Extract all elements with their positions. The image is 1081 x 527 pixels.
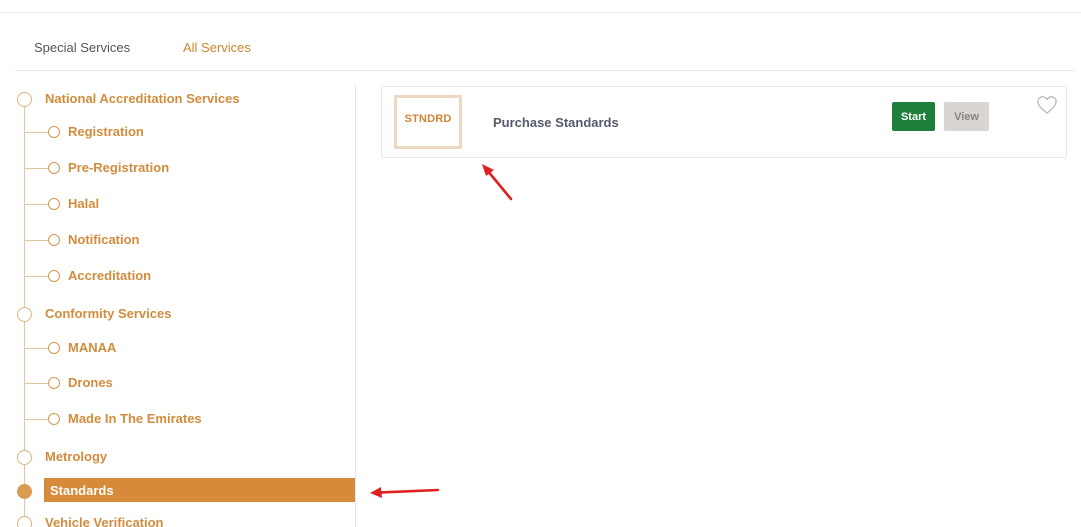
tree-branch	[25, 240, 49, 241]
tree-node-icon	[17, 92, 32, 107]
tree-node-icon	[17, 516, 32, 527]
tab-special-services[interactable]: Special Services	[34, 40, 130, 55]
tree-branch	[25, 383, 49, 384]
service-logo: STNDRD	[394, 95, 462, 149]
tree-node-icon	[17, 307, 32, 322]
sidebar-item-label: Notification	[68, 232, 140, 247]
sidebar-item-label: Halal	[68, 196, 100, 211]
sidebar-item-label: MANAA	[68, 340, 117, 355]
tree-branch	[25, 132, 49, 133]
service-category-sidebar: National Accreditation Services Registra…	[0, 80, 355, 527]
service-logo-text: STNDRD	[404, 113, 452, 125]
tree-branch	[25, 204, 49, 205]
tree-node-icon	[48, 162, 60, 174]
tab-all-services[interactable]: All Services	[183, 40, 251, 55]
sidebar-item-label: Registration	[68, 124, 144, 139]
view-button[interactable]: View	[944, 102, 989, 131]
tabs-divider	[15, 70, 1075, 71]
tree-node-icon	[48, 234, 60, 246]
heart-icon[interactable]	[1036, 95, 1058, 115]
panel-divider	[355, 84, 356, 527]
service-title[interactable]: Purchase Standards	[493, 115, 619, 130]
tree-node-icon	[48, 198, 60, 210]
sidebar-item-label: Standards	[50, 483, 114, 498]
tree-node-icon	[48, 342, 60, 354]
top-bar	[0, 0, 1081, 13]
service-card: STNDRD Purchase Standards Start View	[381, 86, 1067, 158]
sidebar-item-label: Drones	[68, 375, 113, 390]
tree-node-icon	[48, 126, 60, 138]
sidebar-item-label: Made In The Emirates	[68, 411, 202, 426]
tree-node-icon	[48, 377, 60, 389]
sidebar-item-label: Metrology	[45, 449, 108, 464]
red-arrow-annotation-icon	[370, 487, 440, 498]
tree-branch	[25, 276, 49, 277]
tree-node-icon	[17, 450, 32, 465]
tree-branch	[25, 168, 49, 169]
sidebar-item-label: Accreditation	[68, 268, 152, 283]
red-arrow-annotation-icon	[482, 164, 513, 201]
tree-branch	[25, 348, 49, 349]
tree-branch	[25, 419, 49, 420]
tree-node-icon	[48, 270, 60, 282]
tree-node-icon	[48, 413, 60, 425]
start-button[interactable]: Start	[892, 102, 935, 131]
sidebar-item-label: Pre-Registration	[68, 160, 170, 175]
tree-node-icon	[17, 484, 32, 499]
sidebar-item-label: National Accreditation Services	[45, 91, 240, 106]
sidebar-item-label: Conformity Services	[45, 306, 172, 321]
sidebar-item-label: Vehicle Verification	[45, 515, 164, 527]
